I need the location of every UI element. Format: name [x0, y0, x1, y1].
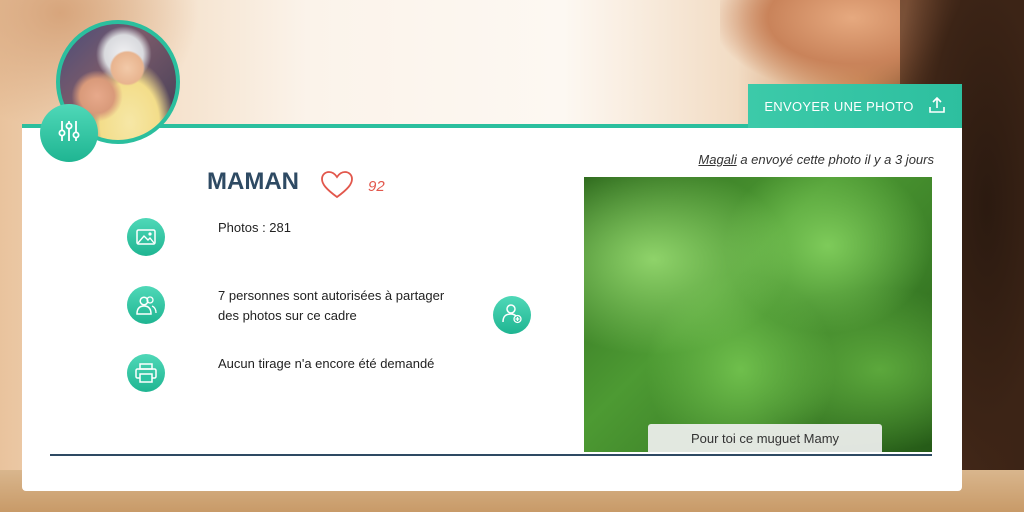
heart-icon[interactable]	[320, 170, 354, 205]
users-icon	[127, 286, 165, 324]
shared-users-text: 7 personnes sont autorisées à partager d…	[218, 286, 444, 326]
sliders-icon	[55, 117, 83, 150]
sender-info: Magali a envoyé cette photo il y a 3 jou…	[698, 152, 934, 167]
add-user-button[interactable]	[493, 296, 531, 334]
settings-button[interactable]	[40, 104, 98, 162]
send-photo-label: ENVOYER UNE PHOTO	[764, 98, 914, 114]
frame-card: MAMAN 92 Photos : 281 7 personnes sont a…	[22, 124, 962, 491]
sender-name-link[interactable]: Magali	[698, 152, 736, 167]
printer-icon	[127, 354, 165, 392]
image-icon	[127, 218, 165, 256]
photos-count: Photos : 281	[218, 220, 291, 235]
sender-info-text: a envoyé cette photo il y a 3 jours	[736, 152, 934, 167]
divider	[50, 454, 932, 456]
upload-icon	[928, 96, 946, 117]
shared-users-line-1: 7 personnes sont autorisées à partager	[218, 288, 445, 303]
add-user-icon	[501, 302, 523, 329]
prints-status: Aucun tirage n'a encore été demandé	[218, 356, 435, 371]
photo-caption: Pour toi ce muguet Mamy	[648, 424, 882, 452]
send-photo-button[interactable]: ENVOYER UNE PHOTO	[748, 84, 962, 128]
shared-users-line-2: des photos sur ce cadre	[218, 308, 357, 323]
likes-count: 92	[368, 178, 385, 195]
latest-photo[interactable]: Pour toi ce muguet Mamy	[584, 177, 932, 452]
frame-title: MAMAN	[207, 168, 299, 195]
